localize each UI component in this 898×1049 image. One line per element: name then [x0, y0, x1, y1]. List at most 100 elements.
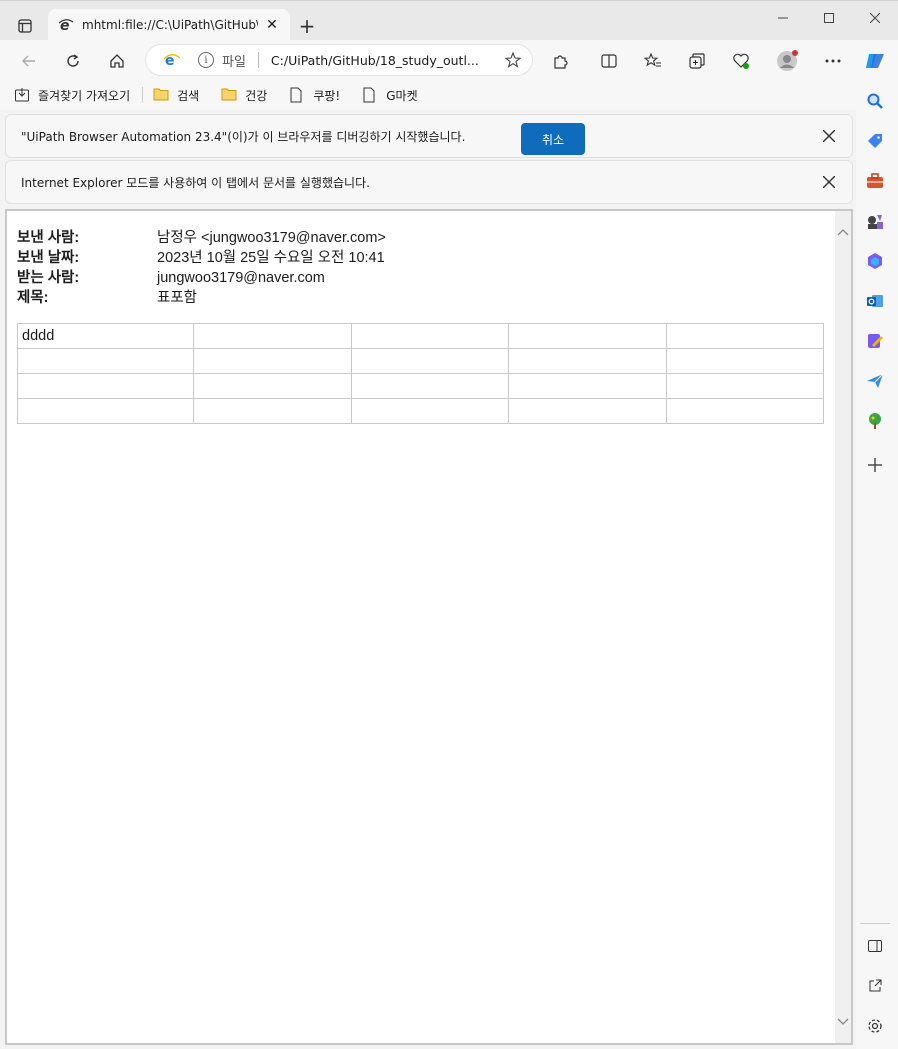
tab-actions-icon[interactable] — [14, 15, 36, 37]
table-cell — [351, 373, 509, 399]
collections-icon[interactable] — [684, 48, 710, 74]
from-row: 보낸 사람: 남정우 <jungwoo3179@naver.com> — [17, 228, 386, 248]
bookmark-label: G마켓 — [386, 88, 418, 103]
table-row — [17, 373, 824, 399]
bookmark-gmarket[interactable]: G마켓 — [362, 87, 418, 104]
shopping-tag-icon[interactable] — [864, 130, 886, 152]
table-cell — [508, 348, 667, 374]
table-cell — [666, 348, 824, 374]
microsoft365-icon[interactable] — [864, 250, 886, 272]
table-cell — [351, 323, 509, 349]
tools-icon[interactable] — [864, 170, 886, 192]
table-cell — [17, 398, 194, 424]
scroll-up-icon[interactable] — [837, 225, 849, 239]
close-icon[interactable] — [820, 173, 838, 191]
favorites-icon[interactable] — [640, 48, 666, 74]
tree-icon[interactable] — [864, 410, 886, 432]
home-icon[interactable] — [104, 48, 130, 74]
folder-icon — [153, 87, 169, 103]
table-cell — [351, 398, 509, 424]
bookmarks-bar: 즐겨찾기 가져오기 검색 건강 쿠팡! G마켓 — [0, 80, 856, 110]
table-cell — [193, 323, 352, 349]
close-window-icon[interactable] — [852, 7, 898, 29]
maximize-icon[interactable] — [806, 7, 852, 29]
profile-avatar[interactable] — [774, 48, 800, 74]
bookmark-label: 건강 — [245, 88, 268, 103]
ie-mode-message: Internet Explorer 모드를 사용하여 이 탭에서 문서를 실행했… — [21, 175, 370, 190]
to-value: jungwoo3179@naver.com — [157, 270, 325, 286]
table-cell — [17, 348, 194, 374]
refresh-icon[interactable] — [60, 48, 86, 74]
close-icon[interactable] — [820, 127, 838, 145]
table-cell — [351, 348, 509, 374]
vertical-scrollbar[interactable] — [835, 211, 851, 1043]
edge-sidebar — [856, 80, 898, 1049]
new-tab-icon[interactable]: + — [296, 14, 318, 38]
from-value: 남정우 <jungwoo3179@naver.com> — [157, 230, 386, 246]
table-row — [17, 348, 824, 374]
favorite-star-icon[interactable] — [504, 51, 522, 69]
tab-close-icon[interactable]: ✕ — [264, 17, 280, 33]
bookmarks-divider — [142, 87, 144, 103]
tab-strip: e mhtml:file://C:\UiPath\GitHub\18 ✕ + — [0, 0, 898, 41]
ie-mode-icon: e — [58, 17, 74, 33]
from-label: 보낸 사람: — [17, 230, 80, 246]
sidebar-divider — [860, 923, 890, 924]
bookmark-import[interactable]: 즐겨찾기 가져오기 — [14, 87, 130, 104]
search-icon[interactable] — [864, 90, 886, 112]
designer-icon[interactable] — [864, 330, 886, 352]
to-row: 받는 사람: jungwoo3179@naver.com — [17, 268, 386, 288]
back-icon[interactable] — [16, 48, 42, 74]
automation-infobar: "UiPath Browser Automation 23.4"(이)가 이 브… — [5, 114, 853, 158]
hide-sidebar-icon[interactable] — [864, 935, 886, 957]
bookmark-folder-search[interactable]: 검색 — [153, 87, 199, 104]
table-cell — [508, 373, 667, 399]
table-cell — [508, 398, 667, 424]
subject-row: 제목: 표포함 — [17, 288, 386, 308]
to-label: 받는 사람: — [17, 270, 80, 286]
browser-tab[interactable]: e mhtml:file://C:\UiPath\GitHub\18 ✕ — [48, 9, 290, 41]
scroll-down-icon[interactable] — [837, 1015, 849, 1029]
page-icon — [362, 87, 378, 103]
address-label: 파일 — [222, 54, 246, 70]
date-label: 보낸 날짜: — [17, 250, 80, 266]
table-cell — [666, 398, 824, 424]
copilot-icon[interactable] — [862, 48, 888, 74]
table-cell — [193, 373, 352, 399]
outlook-icon[interactable] — [864, 290, 886, 312]
sidebar-settings-icon[interactable] — [864, 1015, 886, 1037]
browser-toolbar: e i 파일 C:/UiPath/GitHub/18_study_outl... — [0, 40, 898, 80]
bookmark-folder-health[interactable]: 건강 — [221, 87, 267, 104]
settings-more-icon[interactable] — [820, 48, 846, 74]
page-icon — [289, 87, 305, 103]
ie-logo-icon: e — [163, 52, 181, 69]
cancel-debugging-button[interactable]: 취소 — [521, 123, 585, 155]
email-header: 보낸 사람: 남정우 <jungwoo3179@naver.com> 보낸 날짜… — [17, 228, 386, 308]
date-value: 2023년 10월 25일 수요일 오전 10:41 — [157, 250, 385, 266]
folder-icon — [221, 87, 237, 103]
table-cell — [666, 373, 824, 399]
table-cell — [666, 323, 824, 349]
ie-mode-infobar: Internet Explorer 모드를 사용하여 이 탭에서 문서를 실행했… — [5, 160, 853, 204]
minimize-icon[interactable] — [760, 7, 806, 29]
site-info-icon[interactable]: i — [198, 52, 214, 68]
automation-message: "UiPath Browser Automation 23.4"(이)가 이 브… — [21, 129, 466, 144]
add-sidebar-app-icon[interactable] — [864, 454, 886, 476]
address-divider — [257, 52, 259, 68]
bookmark-label: 검색 — [177, 88, 200, 103]
extensions-icon[interactable] — [548, 48, 574, 74]
bookmark-coupang[interactable]: 쿠팡! — [289, 87, 340, 104]
page-content: 보낸 사람: 남정우 <jungwoo3179@naver.com> 보낸 날짜… — [5, 209, 853, 1045]
table-cell: dddd — [17, 323, 194, 349]
bookmark-label: 쿠팡! — [313, 88, 341, 103]
browser-essentials-icon[interactable] — [728, 48, 754, 74]
split-screen-icon[interactable] — [596, 48, 622, 74]
games-icon[interactable] — [864, 210, 886, 232]
send-icon[interactable] — [864, 370, 886, 392]
open-external-icon[interactable] — [864, 975, 886, 997]
address-bar[interactable]: e i 파일 C:/UiPath/GitHub/18_study_outl... — [146, 45, 532, 75]
tab-title: mhtml:file://C:\UiPath\GitHub\18 — [82, 18, 258, 32]
import-icon — [14, 87, 30, 103]
address-url[interactable]: C:/UiPath/GitHub/18_study_outl... — [271, 53, 498, 68]
table-row: dddd — [17, 323, 824, 349]
